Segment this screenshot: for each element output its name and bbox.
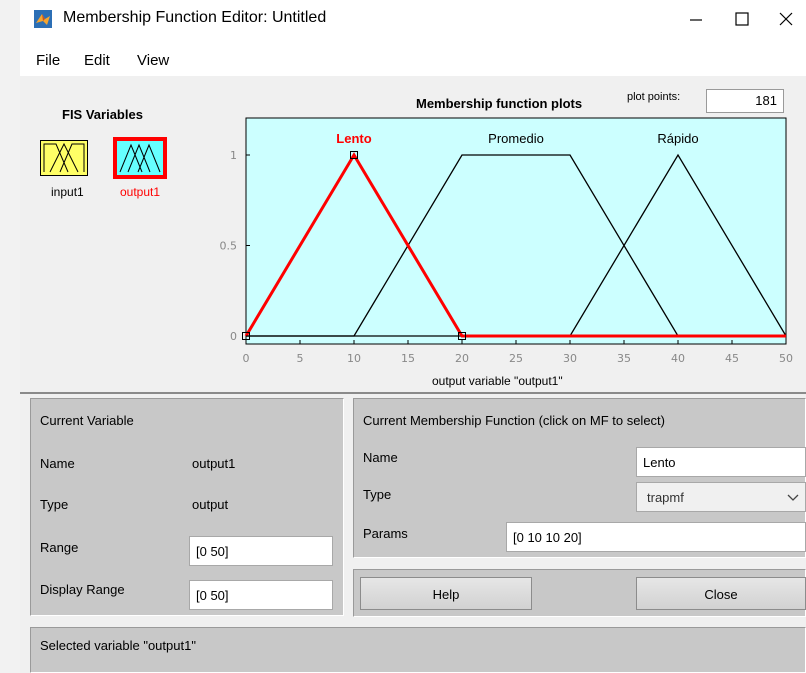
mf-type-value: trapmf: [647, 490, 684, 505]
range-label: Range: [40, 540, 79, 555]
x-tick-label: 10: [347, 352, 361, 365]
mf-name-label: Name: [363, 450, 398, 465]
mf-label-lento: Lento: [336, 131, 371, 146]
variable-name-label: Name: [40, 456, 75, 471]
x-tick-label: 25: [509, 352, 523, 365]
y-tick-label: 1: [230, 149, 237, 162]
display-range-label: Display Range: [40, 582, 125, 597]
x-tick-label: 30: [563, 352, 577, 365]
plot-area: [245, 117, 787, 345]
variable-type-value: output: [192, 497, 229, 512]
variable-type-label: Type: [40, 497, 69, 512]
x-axis-label: output variable "output1": [432, 374, 563, 388]
current-variable-heading: Current Variable: [40, 413, 134, 428]
params-input[interactable]: [0 10 10 20]: [506, 522, 806, 552]
panel-separator: [20, 392, 806, 394]
mf-type-select[interactable]: trapmf: [636, 482, 806, 512]
close-button[interactable]: Close: [636, 577, 806, 610]
x-tick-label: 5: [297, 352, 304, 365]
params-label: Params: [363, 526, 408, 541]
help-button[interactable]: Help: [360, 577, 532, 610]
membership-function-plot[interactable]: Promedio RápidoLento 0 5 10 15 20 25 30 35 40 45 50…: [0, 0, 806, 400]
range-input[interactable]: [0 50]: [189, 536, 333, 566]
current-mf-heading: Current Membership Function (click on MF…: [363, 413, 665, 428]
status-text: Selected variable "output1": [40, 638, 196, 653]
variable-name-value: output1: [192, 456, 236, 471]
mf-label-promedio: Promedio: [488, 131, 544, 146]
x-tick-label: 35: [617, 352, 631, 365]
mf-name-input[interactable]: Lento: [636, 447, 806, 477]
y-tick-label: 0.5: [220, 240, 238, 253]
mf-label-r-pido: Rápido: [657, 131, 698, 146]
x-tick-label: 20: [455, 352, 469, 365]
x-tick-label: 0: [243, 352, 250, 365]
x-tick-label: 45: [725, 352, 739, 365]
y-tick-label: 0: [230, 330, 237, 343]
mf-editor-window: Membership Function Editor: Untitled Fil…: [0, 0, 806, 673]
chevron-down-icon: [787, 494, 799, 501]
x-tick-label: 50: [779, 352, 793, 365]
x-tick-label: 15: [401, 352, 415, 365]
mf-type-label: Type: [363, 487, 392, 502]
display-range-input[interactable]: [0 50]: [189, 580, 333, 610]
x-tick-label: 40: [671, 352, 685, 365]
